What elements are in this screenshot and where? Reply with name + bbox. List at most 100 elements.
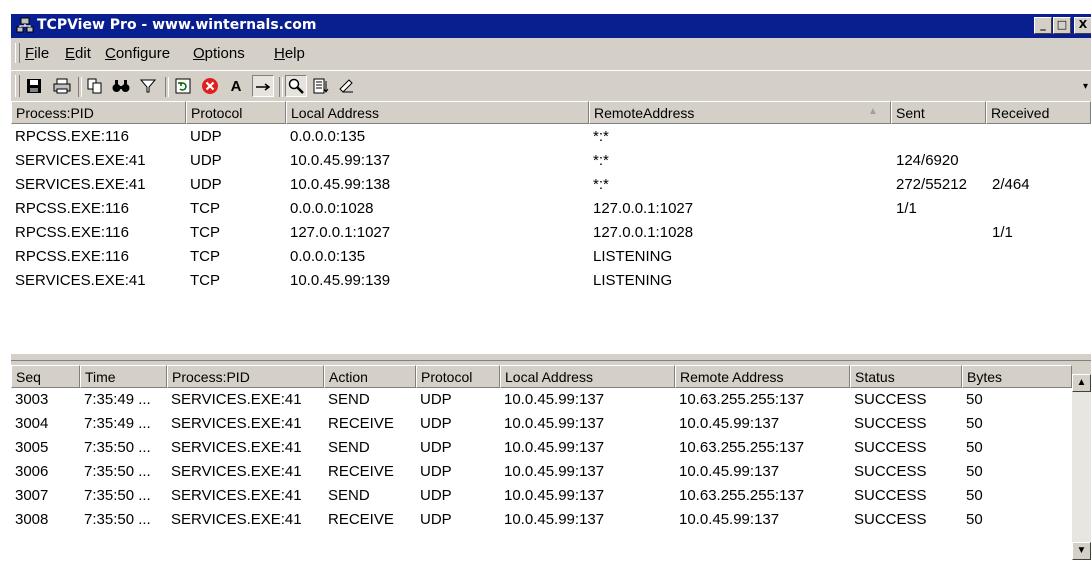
cell-local-address: 10.0.45.99:138 [290,176,391,193]
scroll-down-button[interactable]: ▼ [1072,542,1091,560]
refresh-icon[interactable] [172,75,194,97]
log-scrollbar[interactable]: ▲ ▼ [1072,374,1091,560]
cell-process: RPCSS.EXE:116 [15,200,129,217]
menu-file[interactable]: File [25,45,49,62]
cell-seq: 3004 [15,415,49,432]
column-header-sent[interactable]: Sent [891,101,986,124]
properties-icon[interactable] [310,75,332,97]
cell-protocol: TCP [190,224,220,241]
connection-row[interactable]: SERVICES.EXE:41 UDP 10.0.45.99:138 *:* 272/5… [11,175,1091,199]
cell-bytes: 50 [966,463,983,480]
log-row[interactable]: 3003 7:35:49 ... SERVICES.EXE:41 SEND UDP 10.… [11,390,1072,414]
column-header-received[interactable]: Received [986,101,1091,124]
connection-row[interactable]: SERVICES.EXE:41 TCP 10.0.45.99:139 LISTENIN… [11,271,1091,295]
cell-time: 7:35:50 ... [84,511,151,528]
scroll-up-button[interactable]: ▲ [1072,374,1091,392]
network-app-icon [16,17,34,33]
cell-protocol: UDP [420,487,452,504]
cell-protocol: TCP [190,248,220,265]
cell-protocol: UDP [190,152,222,169]
find-icon[interactable] [110,75,132,97]
clear-icon[interactable] [336,75,358,97]
close-connection-icon[interactable] [199,75,221,97]
cell-local-address: 10.0.45.99:139 [290,272,391,289]
cell-remote-address: LISTENING [593,248,673,265]
menu-grip [15,43,20,63]
pane-splitter[interactable] [11,353,1091,361]
column-header-status[interactable]: Status [850,365,962,388]
title-bar[interactable]: TCPView Pro - www.winternals.com _ □ X [11,14,1091,38]
cell-status: SUCCESS [854,439,927,456]
connection-row[interactable]: RPCSS.EXE:116 TCP 0.0.0.0:1028 127.0.0.1:10… [11,199,1091,223]
log-row[interactable]: 3008 7:35:50 ... SERVICES.EXE:41 RECEIVE UDP… [11,510,1072,534]
toolbar-overflow-icon[interactable]: ▾ [1083,81,1088,92]
menu-configure[interactable]: Configure [105,45,170,62]
tcpview-window: TCPView Pro - www.winternals.com _ □ X F… [11,14,1091,560]
cell-process: SERVICES.EXE:41 [171,511,302,528]
toolbar-separator [279,77,283,97]
cell-status: SUCCESS [854,463,927,480]
connection-row[interactable]: SERVICES.EXE:41 UDP 10.0.45.99:137 *:* 124/6… [11,151,1091,175]
connection-row[interactable]: RPCSS.EXE:116 UDP 0.0.0.0:135 *:* [11,127,1091,151]
cell-process: SERVICES.EXE:41 [171,487,302,504]
copy-icon[interactable] [84,75,106,97]
log-row[interactable]: 3005 7:35:50 ... SERVICES.EXE:41 SEND UDP 10.… [11,438,1072,462]
column-header-protocol[interactable]: Protocol [186,101,286,124]
column-header-time[interactable]: Time [80,365,167,388]
toolbar-separator [78,77,82,97]
minimize-button[interactable]: _ [1034,17,1052,34]
cell-bytes: 50 [966,415,983,432]
cell-action: RECEIVE [328,463,394,480]
cell-local-address: 0.0.0.0:135 [290,248,366,265]
cell-protocol: UDP [420,511,452,528]
connection-row[interactable]: RPCSS.EXE:116 TCP 127.0.0.1:1027 127.0.0.1:… [11,223,1091,247]
resolve-address-icon[interactable] [252,75,274,97]
cell-remote-address: *:* [593,128,609,145]
cell-sent: 124/6920 [896,152,959,169]
font-icon[interactable]: A [225,75,247,97]
cell-bytes: 50 [966,439,983,456]
column-header-process[interactable]: Process:PID [11,101,186,124]
column-header-seq[interactable]: Seq [11,365,80,388]
cell-remote-address: 10.63.255.255:137 [679,391,805,408]
column-header-remote-address[interactable]: RemoteAddress ▲ [589,101,891,124]
cell-status: SUCCESS [854,391,927,408]
column-header-log-local-address[interactable]: Local Address [500,365,675,388]
save-icon[interactable] [23,75,45,97]
cell-seq: 3008 [15,511,49,528]
cell-protocol: UDP [420,391,452,408]
column-header-log-remote-address[interactable]: Remote Address [675,365,850,388]
close-icon: X [1078,18,1088,31]
column-header-log-process[interactable]: Process:PID [167,365,324,388]
cell-status: SUCCESS [854,487,927,504]
connection-row[interactable]: RPCSS.EXE:116 TCP 0.0.0.0:135 LISTENING [11,247,1091,271]
column-header-local-address[interactable]: Local Address [286,101,589,124]
log-row[interactable]: 3004 7:35:49 ... SERVICES.EXE:41 RECEIVE UDP… [11,414,1072,438]
menu-help[interactable]: Help [274,45,305,62]
log-list: Seq Time Process:PID Action Protocol Loc… [11,365,1072,560]
cell-protocol: TCP [190,200,220,217]
cell-bytes: 50 [966,511,983,528]
log-row[interactable]: 3006 7:35:50 ... SERVICES.EXE:41 RECEIVE UDP… [11,462,1072,486]
cell-status: SUCCESS [854,415,927,432]
cell-local-address: 0.0.0.0:135 [290,128,366,145]
menu-options[interactable]: Options [193,45,245,62]
zoom-icon[interactable] [285,75,307,97]
print-icon[interactable] [51,75,73,97]
filter-icon[interactable] [137,75,159,97]
cell-local-address: 10.0.45.99:137 [504,415,605,432]
column-header-action[interactable]: Action [324,365,416,388]
log-row[interactable]: 3007 7:35:50 ... SERVICES.EXE:41 SEND UDP 10.… [11,486,1072,510]
cell-process: RPCSS.EXE:116 [15,248,129,265]
cell-seq: 3006 [15,463,49,480]
cell-protocol: UDP [190,128,222,145]
column-header-log-protocol[interactable]: Protocol [416,365,500,388]
cell-time: 7:35:49 ... [84,391,151,408]
cell-local-address: 10.0.45.99:137 [504,511,605,528]
menu-edit[interactable]: Edit [65,45,91,62]
maximize-button[interactable]: □ [1053,17,1071,34]
close-button[interactable]: X [1074,17,1091,34]
sort-ascending-icon: ▲ [868,106,878,117]
column-header-bytes[interactable]: Bytes [962,365,1072,388]
cell-action: SEND [328,391,370,408]
